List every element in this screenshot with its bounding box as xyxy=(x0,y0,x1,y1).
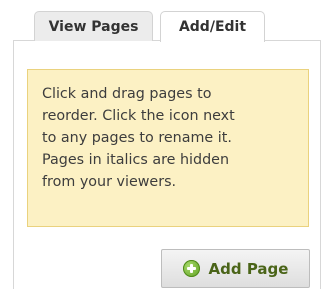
instructions-line: to any pages to rename it. xyxy=(42,130,232,146)
instructions-line: Pages in italics are hidden xyxy=(42,152,230,168)
add-page-button[interactable]: Add Page xyxy=(161,249,310,288)
plus-circle-icon xyxy=(182,260,200,277)
tab-add-edit[interactable]: Add/Edit xyxy=(160,11,265,42)
add-page-label: Add Page xyxy=(208,259,289,278)
instructions-line: Click and drag pages to xyxy=(42,86,212,102)
instructions-box: Click and drag pages to reorder. Click t… xyxy=(27,69,309,227)
tab-view-pages-label: View Pages xyxy=(48,18,139,35)
instructions-line: reorder. Click the icon next xyxy=(42,108,235,124)
instructions-line: from your viewers. xyxy=(42,174,177,190)
tab-view-pages[interactable]: View Pages xyxy=(34,11,153,41)
tab-add-edit-label: Add/Edit xyxy=(178,19,247,35)
